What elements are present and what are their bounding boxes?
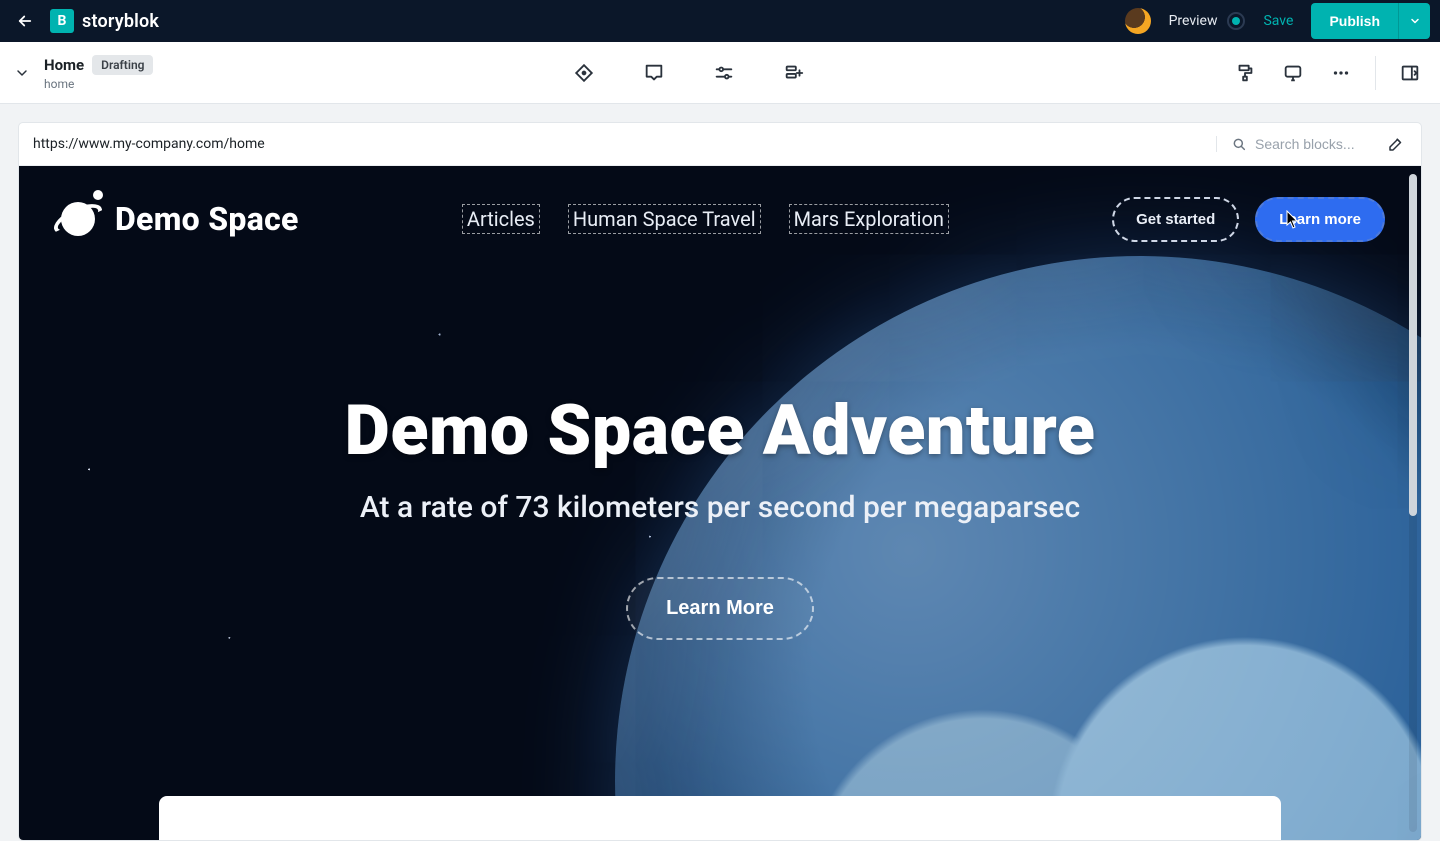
- topbar-right: Preview Save Publish: [1125, 3, 1430, 39]
- dot-icon: [1232, 17, 1240, 25]
- nav-link-mars-exploration[interactable]: Mars Exploration: [789, 204, 949, 234]
- divider: [1375, 56, 1376, 90]
- paint-icon: [1234, 62, 1256, 84]
- site-cta-group: Get started Learn more: [1112, 197, 1385, 242]
- edit-page-button[interactable]: [1385, 133, 1407, 155]
- site-content-card: [159, 796, 1281, 840]
- hero-subtitle[interactable]: At a rate of 73 kilometers per second pe…: [19, 490, 1421, 525]
- subbar-center-tools: [564, 53, 814, 93]
- status-badge: Drafting: [92, 55, 153, 75]
- preview-status-icon[interactable]: [1227, 12, 1245, 30]
- brand: B storyblok: [50, 9, 159, 33]
- search-blocks-group: [1216, 133, 1407, 155]
- search-blocks-input[interactable]: [1255, 136, 1375, 152]
- nav-link-human-space-travel[interactable]: Human Space Travel: [568, 204, 761, 234]
- tool-device-button[interactable]: [1273, 53, 1313, 93]
- tool-format-button[interactable]: [1225, 53, 1265, 93]
- site-header: Demo Space Articles Human Space Travel M…: [19, 166, 1421, 260]
- app-topbar: B storyblok Preview Save Publish: [0, 0, 1440, 42]
- edit-icon: [1387, 135, 1405, 153]
- tool-blocks-list-button[interactable]: [774, 53, 814, 93]
- site-hero: Demo Space Adventure At a rate of 73 kil…: [19, 390, 1421, 640]
- preview-group: Preview: [1169, 12, 1246, 30]
- tool-block-button[interactable]: [564, 53, 604, 93]
- sub-toolbar: Home Drafting home: [0, 42, 1440, 104]
- subbar-left: Home Drafting home: [8, 55, 153, 91]
- site-nav: Articles Human Space Travel Mars Explora…: [462, 204, 949, 234]
- monitor-icon: [1282, 62, 1304, 84]
- sliders-icon: [713, 62, 735, 84]
- comment-icon: [643, 62, 665, 84]
- brand-logo-icon: B: [50, 9, 74, 33]
- publish-button[interactable]: Publish: [1311, 3, 1398, 39]
- list-add-icon: [783, 62, 805, 84]
- breadcrumb: Home Drafting home: [44, 55, 153, 91]
- hero-title[interactable]: Demo Space Adventure: [19, 390, 1421, 472]
- canvas-toolbar: https://www.my-company.com/home: [19, 123, 1421, 166]
- chevron-down-icon: [1409, 15, 1421, 27]
- tool-settings-button[interactable]: [704, 53, 744, 93]
- site-preview[interactable]: Demo Space Articles Human Space Travel M…: [19, 166, 1421, 840]
- page-slug: home: [44, 77, 153, 91]
- brand-name: storyblok: [82, 11, 159, 32]
- tool-panel-toggle-button[interactable]: [1390, 53, 1430, 93]
- save-button[interactable]: Save: [1263, 13, 1293, 29]
- breadcrumb-row: Home Drafting: [44, 55, 153, 75]
- planet-logo-icon: [55, 196, 101, 242]
- topbar-left: B storyblok: [10, 6, 159, 36]
- canvas-card: https://www.my-company.com/home: [18, 122, 1422, 841]
- breadcrumb-toggle[interactable]: [8, 59, 36, 87]
- panel-right-icon: [1399, 62, 1421, 84]
- avatar[interactable]: [1125, 8, 1151, 34]
- search-group: [1216, 136, 1375, 152]
- canvas-url[interactable]: https://www.my-company.com/home: [33, 136, 265, 152]
- hero-learn-more-button[interactable]: Learn More: [626, 577, 814, 640]
- publish-group: Publish: [1311, 3, 1430, 39]
- publish-dropdown-button[interactable]: [1398, 3, 1430, 39]
- more-icon: [1330, 62, 1352, 84]
- back-button[interactable]: [10, 6, 40, 36]
- site-name: Demo Space: [115, 200, 299, 238]
- cta-get-started-button[interactable]: Get started: [1112, 197, 1239, 242]
- diamond-icon: [573, 62, 595, 84]
- arrow-left-icon: [16, 12, 34, 30]
- chevron-down-icon: [14, 65, 30, 81]
- search-icon: [1231, 136, 1247, 152]
- site-brand: Demo Space: [55, 196, 299, 242]
- tool-comments-button[interactable]: [634, 53, 674, 93]
- page-title: Home: [44, 56, 84, 74]
- preview-label[interactable]: Preview: [1169, 13, 1218, 29]
- subbar-right-tools: [1225, 53, 1430, 93]
- tool-more-button[interactable]: [1321, 53, 1361, 93]
- cta-learn-more-button[interactable]: Learn more: [1255, 197, 1385, 242]
- workspace: https://www.my-company.com/home: [0, 104, 1440, 841]
- nav-link-articles[interactable]: Articles: [462, 204, 540, 234]
